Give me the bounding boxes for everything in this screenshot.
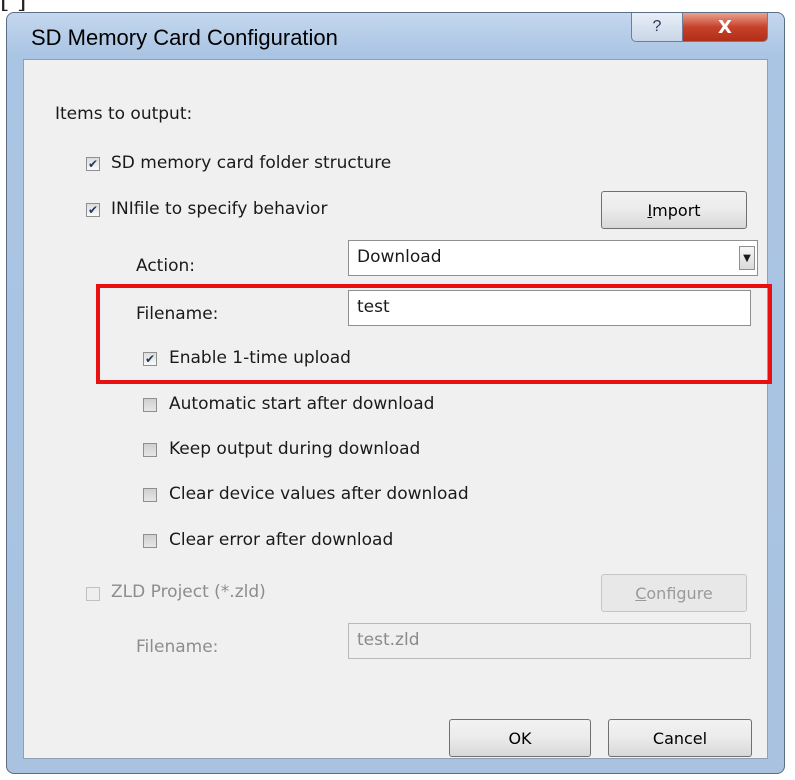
zld-project-checkbox[interactable]: ✔ bbox=[86, 587, 100, 601]
check-icon: ✔ bbox=[144, 352, 156, 366]
configure-accel: C bbox=[635, 583, 647, 603]
filename-value: test bbox=[357, 297, 390, 317]
filename-label: Filename: bbox=[136, 304, 219, 324]
folder-structure-label: SD memory card folder structure bbox=[111, 153, 392, 173]
zld-project-label: ZLD Project (*.zld) bbox=[111, 582, 266, 602]
cancel-button[interactable]: Cancel bbox=[608, 719, 752, 757]
ok-label: OK bbox=[508, 728, 532, 748]
action-select[interactable]: Download ▼ bbox=[348, 240, 758, 276]
ini-file-label: INIfile to specify behavior bbox=[111, 199, 328, 219]
auto-start-label: Automatic start after download bbox=[169, 394, 435, 414]
ok-button[interactable]: OK bbox=[449, 719, 591, 757]
action-selected-value: Download bbox=[357, 247, 442, 267]
auto-start-checkbox[interactable]: ✔ bbox=[143, 398, 157, 412]
cancel-label: Cancel bbox=[652, 728, 708, 748]
enable-upload-checkbox[interactable]: ✔ bbox=[143, 352, 157, 366]
configure-label: onfigure bbox=[646, 583, 713, 603]
action-label: Action: bbox=[136, 256, 195, 276]
configure-button[interactable]: Configure bbox=[601, 574, 747, 612]
folder-structure-checkbox[interactable]: ✔ bbox=[86, 157, 100, 171]
close-button[interactable]: X bbox=[682, 13, 768, 42]
dialog-title: SD Memory Card Configuration bbox=[31, 25, 338, 50]
clear-error-label: Clear error after download bbox=[169, 530, 394, 550]
zld-filename-value: test.zld bbox=[357, 630, 420, 650]
chevron-down-icon[interactable]: ▼ bbox=[739, 246, 755, 270]
cropped-caption-text: [ ] bbox=[0, 0, 795, 12]
clear-device-checkbox[interactable]: ✔ bbox=[143, 488, 157, 502]
import-label: mport bbox=[652, 200, 701, 220]
keep-output-label: Keep output during download bbox=[169, 439, 421, 459]
help-icon: ? bbox=[652, 18, 662, 35]
ini-file-checkbox[interactable]: ✔ bbox=[86, 203, 100, 217]
dialog-client-area: Items to output: ✔ SD memory card folder… bbox=[23, 59, 772, 759]
zld-filename-label: Filename: bbox=[136, 637, 219, 657]
import-button[interactable]: Import bbox=[601, 191, 747, 229]
keep-output-checkbox[interactable]: ✔ bbox=[143, 443, 157, 457]
items-to-output-label: Items to output: bbox=[55, 104, 193, 124]
filename-input[interactable]: test bbox=[348, 290, 751, 326]
enable-upload-label: Enable 1-time upload bbox=[169, 348, 351, 368]
clear-device-label: Clear device values after download bbox=[169, 484, 469, 504]
check-icon: ✔ bbox=[87, 157, 99, 171]
dialog-window: SD Memory Card Configuration ? X Items t… bbox=[6, 12, 785, 774]
check-icon: ✔ bbox=[87, 203, 99, 217]
close-icon: X bbox=[718, 16, 732, 38]
help-button[interactable]: ? bbox=[631, 13, 683, 42]
zld-filename-input[interactable]: test.zld bbox=[348, 623, 751, 659]
clear-error-checkbox[interactable]: ✔ bbox=[143, 534, 157, 548]
